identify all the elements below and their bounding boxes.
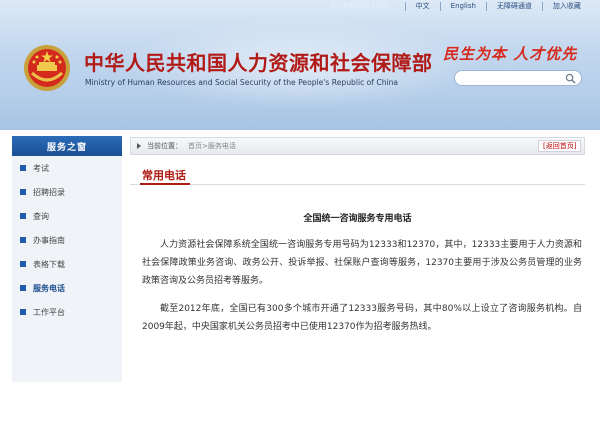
sidebar-item-label: 工作平台 (33, 307, 65, 317)
sidebar-item-label: 考试 (33, 163, 49, 173)
square-bullet-icon (20, 237, 26, 243)
sidebar-item-platform[interactable]: 工作平台 (12, 300, 122, 324)
sidebar-item-label: 办事指南 (33, 235, 65, 245)
current-date: 2016年04月15日 (330, 2, 387, 10)
site-title-chinese: 中华人民共和国人力资源和社会保障部 (84, 51, 433, 75)
sidebar-item-forms[interactable]: 表格下载 (12, 252, 122, 276)
lang-chinese-link[interactable]: 中文 (404, 1, 440, 11)
sidebar-item-service-phone[interactable]: 服务电话 (12, 276, 122, 300)
article-title: 全国统一咨询服务专用电话 (303, 214, 412, 224)
service-sidebar: 服务之窗 考试 招聘招录 查询 办事指南 表格下载 服务电话 工作平台 (12, 136, 122, 382)
lang-english-link[interactable]: English (439, 1, 486, 11)
site-slogan: 民生为本 人才优先 (443, 45, 578, 63)
back-home-button[interactable]: [返回首页] (538, 140, 582, 152)
play-arrow-icon (137, 143, 141, 149)
search-box[interactable] (454, 70, 582, 86)
sidebar-item-recruitment[interactable]: 招聘招录 (12, 180, 122, 204)
breadcrumb: 当前位置： 首页>服务电话 (130, 137, 585, 155)
square-bullet-icon (20, 213, 26, 219)
sidebar-item-exam[interactable]: 考试 (12, 156, 122, 180)
top-utility-bar: 2016年04月15日 中文 English 无障碍通道 加入收藏 (330, 0, 591, 12)
sidebar-item-label: 查询 (33, 211, 49, 221)
national-emblem-icon (24, 45, 70, 91)
sidebar-item-label: 招聘招录 (33, 187, 65, 197)
accessibility-link[interactable]: 无障碍通道 (485, 1, 542, 11)
square-bullet-icon (20, 165, 26, 171)
article-paragraph: 人力资源社会保障系统全国统一咨询服务专用号码为12333和12370，其中，12… (142, 240, 582, 286)
square-bullet-icon (20, 189, 26, 195)
square-bullet-icon (20, 285, 26, 291)
sidebar-item-query[interactable]: 查询 (12, 204, 122, 228)
sidebar-item-guide[interactable]: 办事指南 (12, 228, 122, 252)
square-bullet-icon (20, 261, 26, 267)
breadcrumb-label: 当前位置： (147, 142, 182, 150)
site-header: 2016年04月15日 中文 English 无障碍通道 加入收藏 中华人民共和… (0, 0, 600, 130)
add-favorite-link[interactable]: 加入收藏 (541, 1, 591, 11)
search-icon[interactable] (565, 73, 576, 84)
breadcrumb-path[interactable]: 首页>服务电话 (188, 141, 236, 151)
sidebar-item-label: 服务电话 (33, 283, 65, 293)
square-bullet-icon (20, 309, 26, 315)
section-title: 常用电话 (142, 169, 186, 182)
article-paragraph: 截至2012年底，全国已有300多个城市开通了12333服务号码，其中80%以上… (142, 304, 582, 332)
site-title-english: Ministry of Human Resources and Social S… (85, 78, 399, 87)
sidebar-item-label: 表格下载 (33, 259, 65, 269)
sidebar-heading: 服务之窗 (12, 136, 122, 156)
section-divider (130, 183, 585, 185)
